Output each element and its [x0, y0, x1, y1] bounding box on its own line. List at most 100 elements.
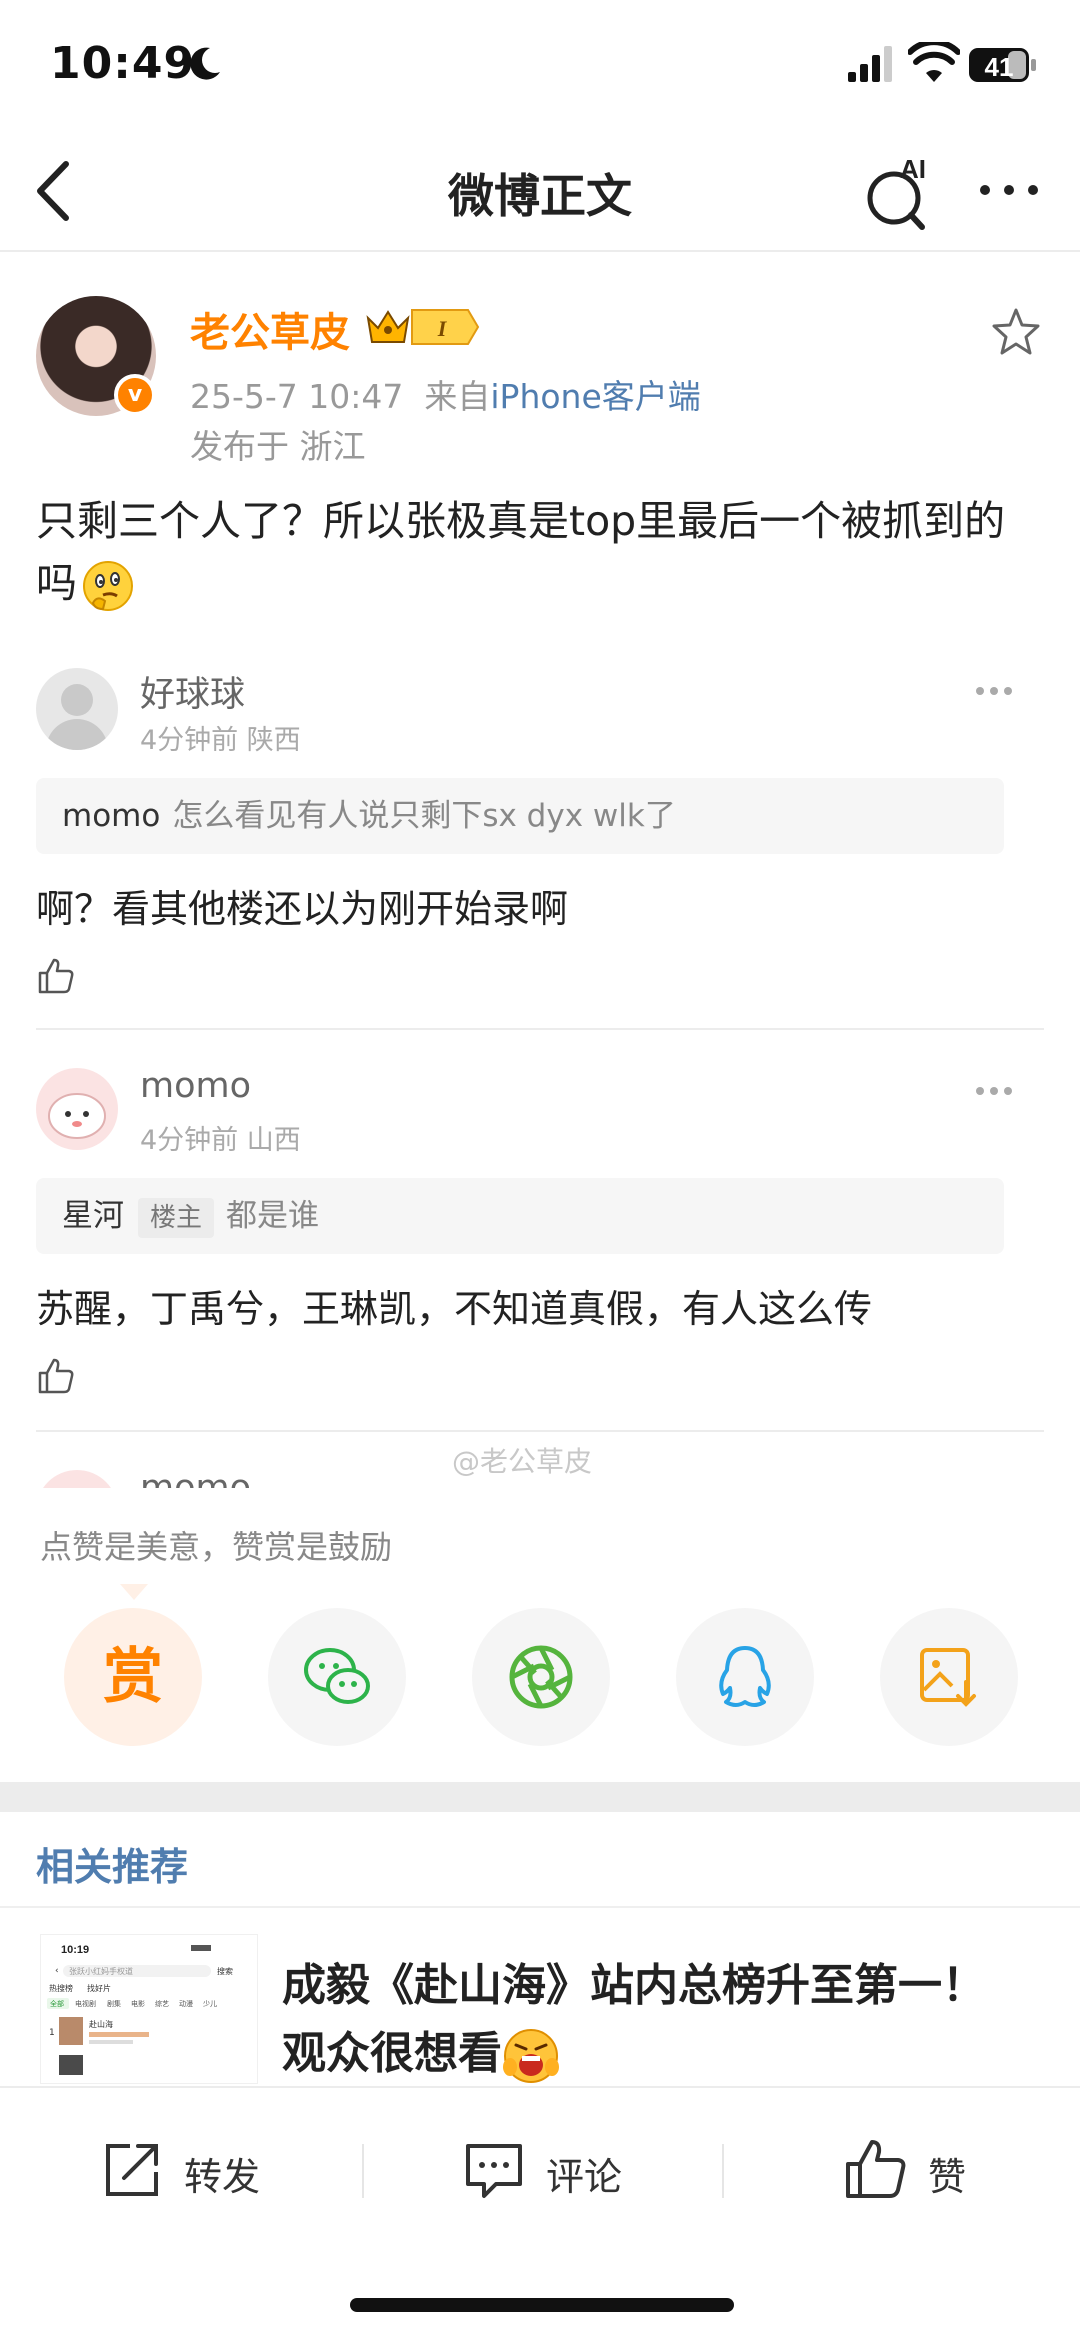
share-qq-button[interactable]	[676, 1608, 814, 1746]
commenter-name[interactable]: momo	[140, 1468, 251, 1488]
thumb-chip: 电影	[131, 1999, 145, 2008]
cartoon-avatar-icon	[48, 1093, 106, 1139]
repost-icon	[106, 2144, 158, 2196]
comment-label: 评论	[546, 2155, 623, 2199]
author-name[interactable]: 老公草皮	[190, 300, 350, 358]
share-wechat-button[interactable]	[268, 1608, 406, 1746]
qq-icon	[719, 1646, 771, 1707]
watermark: @老公草皮	[452, 1445, 593, 1478]
thinking-emoji-icon	[83, 561, 133, 611]
post-meta: 25-5-7 10:47 来自iPhone客户端	[190, 370, 701, 418]
bar-separator	[362, 2144, 364, 2198]
quoted-user: 星河	[62, 1198, 124, 1234]
thumb-rank: 1	[49, 2028, 55, 2038]
comment-more-icon[interactable]	[974, 1084, 1014, 1098]
comment-button[interactable]: 评论	[462, 2138, 662, 2202]
save-image-button[interactable]	[880, 1608, 1018, 1746]
screaming-emoji-icon	[503, 2029, 559, 2083]
reward-label: 赏	[103, 1642, 163, 1712]
thumb-time: 10:19	[61, 1944, 89, 1956]
related-section-title: 相关推荐	[36, 1845, 189, 1889]
screenshot-thumbnail-image: 10:19 ‹ 张跃小红妈手权道 搜索 热搜榜 找好片 全部 电视剧 剧集 电影…	[47, 1944, 233, 2075]
tooltip-pointer	[120, 1584, 148, 1600]
favorite-star-icon[interactable]	[990, 306, 1042, 358]
post-source-link[interactable]: iPhone客户端	[490, 377, 700, 416]
status-bar: 10:49 41	[0, 0, 1080, 130]
thumb-row-title: 赴山海	[89, 2019, 113, 2029]
post-date: 25-5-7 10:47	[190, 377, 404, 416]
wechat-icon	[304, 1648, 370, 1704]
save-image-icon	[920, 1648, 976, 1707]
comment-icon	[466, 2144, 522, 2198]
wifi-icon	[908, 42, 960, 82]
quoted-text: 怎么看见有人说只剩下sx dyx wlk了	[172, 798, 676, 834]
moments-icon	[509, 1645, 573, 1709]
verified-badge: v	[114, 374, 156, 416]
share-moments-button[interactable]	[472, 1608, 610, 1746]
related-item-title[interactable]: 成毅《赴山海》站内总榜升至第一！观众很想看	[282, 1952, 1012, 2088]
related-item-text: 成毅《赴山海》站内总榜升至第一！观众很想看	[282, 1960, 986, 2079]
thumb-chip: 少儿	[203, 2000, 217, 2008]
comment-list: 好球球 4分钟前 陕西 momo 怎么看见有人说只剩下sx dyx wlk了 啊？…	[36, 650, 1044, 1488]
related-thumbnail[interactable]: 10:19 ‹ 张跃小红妈手权道 搜索 热搜榜 找好片 全部 电视剧 剧集 电影…	[40, 1934, 258, 2084]
thumb-tab: 热搜榜	[49, 1983, 73, 1993]
comment-text: 啊？看其他楼还以为刚开始录啊	[36, 887, 569, 931]
like-label: 赞	[928, 2155, 967, 2199]
source-prefix: 来自	[424, 377, 491, 416]
svg-text:‹: ‹	[55, 1966, 59, 1976]
post-location: 发布于 浙江	[190, 427, 366, 466]
like-button[interactable]: 赞	[844, 2138, 984, 2202]
badge-level: I	[437, 316, 448, 341]
commenter-name[interactable]: momo	[140, 1066, 251, 1106]
thumb-chip: 剧集	[107, 1999, 121, 2008]
share-sheet-title: 点赞是美意，赞赏是鼓励	[40, 1528, 393, 1566]
op-tag: 楼主	[138, 1197, 215, 1238]
quoted-text: 都是谁	[226, 1198, 320, 1234]
battery-level: 41	[985, 52, 1014, 82]
default-avatar-icon	[46, 684, 108, 750]
section-separator	[0, 1782, 1080, 1812]
bottom-action-bar: 转发 评论 赞	[0, 2086, 1080, 2246]
comment-text: 苏醒，丁禹兮，王琳凯，不知道真假，有人这么传	[36, 1287, 873, 1331]
vip-crown-badge-icon: I	[366, 309, 480, 345]
comment-divider	[36, 1028, 1044, 1030]
reward-button[interactable]: 赏	[64, 1608, 202, 1746]
cellular-signal-icon	[848, 46, 892, 82]
battery-icon: 41	[969, 48, 1036, 82]
nav-bar: 微博正文 AI	[0, 130, 1080, 252]
ai-search-icon[interactable]: AI	[862, 152, 952, 232]
like-thumbs-up-icon	[846, 2140, 906, 2198]
ai-label: AI	[900, 154, 926, 184]
quoted-reply[interactable]: 星河 楼主 都是谁	[36, 1178, 1004, 1254]
home-indicator[interactable]	[350, 2298, 734, 2312]
thumb-tab: 找好片	[87, 1983, 111, 1993]
thumb-chip: 动漫	[179, 1999, 193, 2008]
repost-button[interactable]: 转发	[100, 2138, 300, 2202]
share-sheet: 点赞是美意，赞赏是鼓励 赏	[0, 1488, 1080, 1782]
commenter-avatar[interactable]	[36, 1068, 118, 1150]
thumbs-up-icon[interactable]	[36, 956, 76, 996]
comment-divider	[36, 1430, 1044, 1432]
quoted-reply[interactable]: momo 怎么看见有人说只剩下sx dyx wlk了	[36, 778, 1004, 854]
moon-icon	[190, 47, 220, 80]
related-divider	[0, 1906, 1080, 1908]
bar-separator	[722, 2144, 724, 2198]
thumb-search-button: 搜索	[217, 1966, 233, 1976]
comment-meta: 4分钟前 陕西	[140, 725, 301, 756]
thumb-chip: 电视剧	[75, 1999, 96, 2008]
commenter-name[interactable]: 好球球	[140, 666, 245, 717]
repost-label: 转发	[184, 2155, 261, 2199]
thumb-chip: 综艺	[155, 1999, 169, 2008]
commenter-avatar[interactable]	[36, 668, 118, 750]
post-text: 只剩三个人了？所以张极真是top里最后一个被抓到的吗	[36, 497, 1006, 607]
status-time: 10:49	[50, 38, 196, 89]
thumb-chip: 全部	[50, 1999, 64, 2008]
post-body: 只剩三个人了？所以张极真是top里最后一个被抓到的吗	[36, 490, 1046, 614]
more-options-icon[interactable]	[976, 170, 1042, 210]
thumb-search-hint: 张跃小红妈手权道	[69, 1966, 133, 1976]
commenter-avatar[interactable]	[36, 1470, 118, 1488]
thumbs-up-icon[interactable]	[36, 1356, 76, 1396]
quoted-user: momo	[62, 798, 161, 834]
comment-more-icon[interactable]	[974, 684, 1014, 698]
comment-meta: 4分钟前 山西	[140, 1125, 301, 1156]
